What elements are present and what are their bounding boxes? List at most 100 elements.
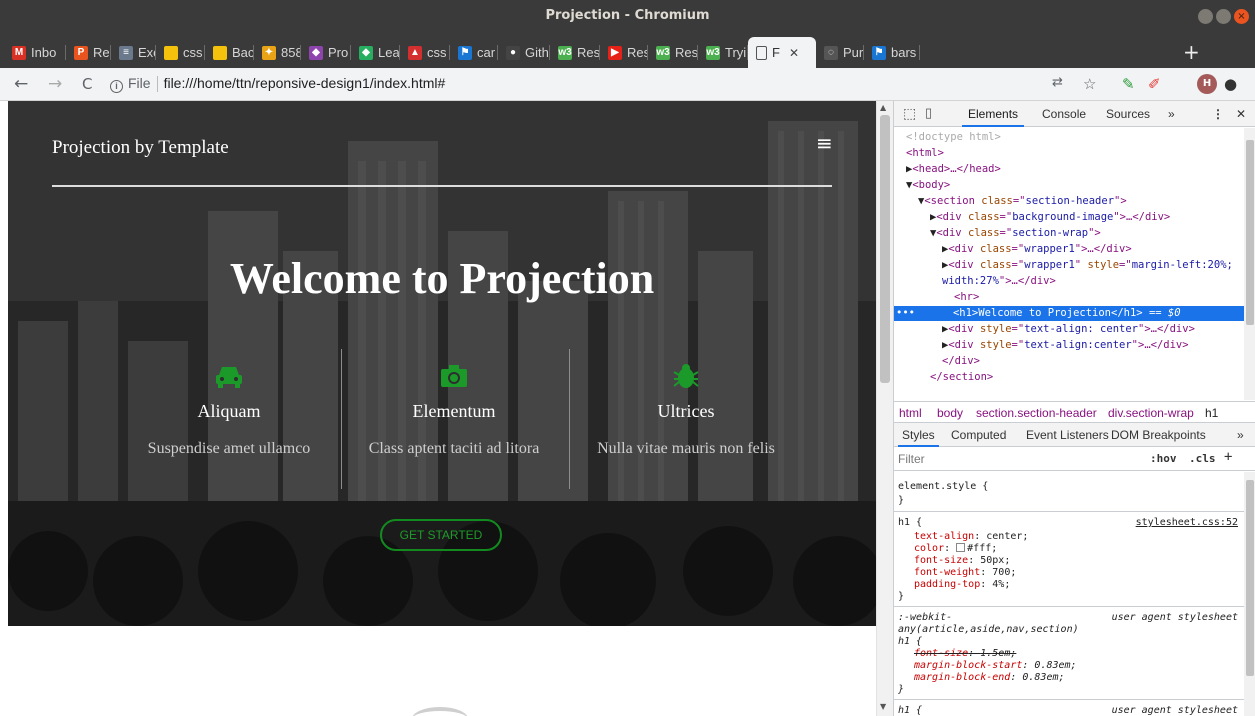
extension-feather-icon[interactable]: ✎: [1122, 75, 1135, 93]
get-started-button[interactable]: GET STARTED: [380, 519, 502, 551]
browser-tab[interactable]: ✦ 858: [254, 37, 301, 68]
close-tab-icon[interactable]: ✕: [789, 46, 799, 60]
close-window-button[interactable]: ×: [1234, 9, 1249, 24]
breadcrumb-div[interactable]: div.section-wrap: [1108, 406, 1194, 420]
minimize-button[interactable]: [1198, 9, 1213, 24]
maximize-button[interactable]: [1216, 9, 1231, 24]
browser-tab[interactable]: Bac: [205, 37, 254, 68]
browser-tab[interactable]: w3 Tryi: [698, 37, 748, 68]
browser-tab[interactable]: ⚑ bars: [864, 37, 920, 68]
reload-icon[interactable]: C: [82, 75, 92, 93]
css-declaration[interactable]: font-size: 50px;: [914, 555, 1010, 567]
tab-event-listeners[interactable]: Event Listeners: [1026, 428, 1109, 442]
dom-node[interactable]: ▼<body>: [906, 178, 950, 193]
devtools-close-icon[interactable]: ✕: [1236, 107, 1246, 121]
rule-selector[interactable]: h1 {: [898, 636, 922, 648]
rule-selector[interactable]: h1 {: [898, 517, 922, 529]
dom-node[interactable]: ▶<div class="wrapper1" style="margin-lef…: [942, 258, 1233, 273]
rule-selector[interactable]: element.style {: [898, 481, 988, 493]
breadcrumb-body[interactable]: body: [937, 406, 963, 420]
extension-circle-icon[interactable]: ●: [1224, 75, 1237, 93]
dom-node[interactable]: ▶<div style="text-align:center">…</div>: [942, 338, 1189, 353]
dom-node[interactable]: <!doctype html>: [906, 130, 1001, 145]
dom-node[interactable]: ▼<div class="section-wrap">: [930, 226, 1101, 241]
page-scrollbar-thumb[interactable]: [880, 115, 890, 383]
new-style-rule-button[interactable]: +: [1224, 449, 1232, 465]
rule-selector[interactable]: h1 {: [898, 705, 922, 716]
dom-node[interactable]: ▼<section class="section-header">: [918, 194, 1127, 209]
css-declaration[interactable]: color: #fff;: [914, 543, 997, 555]
translate-icon[interactable]: ⇄: [1052, 75, 1063, 90]
more-tabs-button[interactable]: »: [1168, 107, 1175, 121]
device-toolbar-icon[interactable]: ▯: [925, 105, 932, 121]
avatar[interactable]: H: [1197, 74, 1217, 94]
devtools-panel: ⬚ ▯ Elements Console Sources » ⋮ ✕ <!doc…: [893, 101, 1255, 716]
dom-scrollbar[interactable]: [1244, 128, 1255, 400]
css-declaration[interactable]: margin-block-end: 0.83em;: [914, 672, 1065, 684]
browser-tab[interactable]: ◆ Pro: [301, 37, 351, 68]
extension-picker-icon[interactable]: ✐: [1148, 75, 1161, 93]
breadcrumb-html[interactable]: html: [899, 406, 922, 420]
color-swatch[interactable]: [956, 543, 966, 552]
dom-node-selected[interactable]: ••• <h1>Welcome to Projection</h1> == $0: [894, 306, 1244, 321]
hamburger-menu-icon[interactable]: ≡: [816, 131, 833, 155]
cls-button[interactable]: .cls: [1189, 452, 1216, 465]
styles-filter-input[interactable]: [898, 451, 1128, 467]
browser-tab[interactable]: F ✕: [748, 37, 816, 68]
browser-tab[interactable]: ◆ Lea: [351, 37, 400, 68]
browser-tab[interactable]: w3 Res: [550, 37, 600, 68]
browser-tab[interactable]: ≡ Exe: [111, 37, 156, 68]
brand-title[interactable]: Projection by Template: [52, 137, 229, 159]
styles-scrollbar[interactable]: [1244, 472, 1255, 716]
url-text[interactable]: file:///home/ttn/reponsive-design1/index…: [164, 75, 446, 91]
page-scrollbar[interactable]: ▲ ▼: [876, 101, 893, 716]
css-declaration-overridden[interactable]: font-size: 1.5em;: [914, 648, 1016, 660]
browser-tab[interactable]: w3 Res: [648, 37, 698, 68]
rule-selector[interactable]: :-webkit-: [898, 612, 952, 624]
dom-node[interactable]: <hr>: [954, 290, 979, 305]
forward-arrow-icon[interactable]: →: [48, 74, 62, 94]
devtools-menu-icon[interactable]: ⋮: [1212, 107, 1224, 121]
tab-label: 858: [281, 45, 301, 60]
dom-node[interactable]: ▶<div class="background-image">…</div>: [930, 210, 1170, 225]
dom-node[interactable]: ▶<div class="wrapper1">…</div>: [942, 242, 1132, 257]
browser-tab[interactable]: css: [156, 37, 205, 68]
breadcrumb-h1[interactable]: h1: [1205, 406, 1218, 420]
tab-elements[interactable]: Elements: [961, 107, 1025, 127]
css-declaration[interactable]: padding-top: 4%;: [914, 579, 1010, 591]
browser-tab[interactable]: ▶ Res: [600, 37, 648, 68]
styles-scrollbar-thumb[interactable]: [1246, 480, 1254, 676]
tab-sources[interactable]: Sources: [1106, 107, 1150, 121]
bookmark-star-icon[interactable]: ☆: [1083, 75, 1096, 93]
browser-tab[interactable]: ◌ Puri: [816, 37, 864, 68]
browser-tab[interactable]: ▲ css: [400, 37, 450, 68]
info-icon[interactable]: i: [110, 80, 123, 93]
more-subtabs-button[interactable]: »: [1237, 428, 1244, 442]
dom-node[interactable]: </div>: [942, 354, 980, 369]
tab-dom-breakpoints[interactable]: DOM Breakpoints: [1111, 428, 1206, 442]
browser-tab[interactable]: P Resp: [66, 37, 111, 68]
back-arrow-icon[interactable]: ←: [14, 74, 28, 94]
browser-tab[interactable]: ⚑ car: [450, 37, 498, 68]
tab-console[interactable]: Console: [1042, 107, 1086, 121]
css-declaration[interactable]: text-align: center;: [914, 531, 1028, 543]
tab-styles[interactable]: Styles: [898, 428, 939, 447]
stylesheet-link[interactable]: stylesheet.css:52: [1136, 517, 1238, 528]
inspect-element-icon[interactable]: ⬚: [903, 105, 916, 122]
address-bar[interactable]: i File file:///home/ttn/reponsive-design1/…: [110, 75, 445, 93]
hov-button[interactable]: :hov: [1150, 452, 1177, 465]
new-tab-button[interactable]: +: [1183, 40, 1200, 64]
breadcrumb-section[interactable]: section.section-header: [976, 406, 1097, 420]
rule-selector[interactable]: any(article,aside,nav,section): [898, 624, 1079, 636]
dom-node[interactable]: width:27%">…</div>: [942, 274, 1056, 289]
browser-tab[interactable]: M Inbo: [4, 37, 66, 68]
dom-node[interactable]: ▶<head>…</head>: [906, 162, 1001, 177]
dom-node[interactable]: <html>: [906, 146, 944, 161]
dom-node[interactable]: </section>: [930, 370, 993, 385]
dom-scrollbar-thumb[interactable]: [1246, 140, 1254, 325]
tab-computed[interactable]: Computed: [951, 428, 1006, 442]
dom-node[interactable]: ▶<div style="text-align: center">…</div>: [942, 322, 1195, 337]
css-declaration[interactable]: margin-block-start: 0.83em;: [914, 660, 1077, 672]
browser-tab[interactable]: ● Gith: [498, 37, 550, 68]
css-declaration[interactable]: font-weight: 700;: [914, 567, 1016, 579]
